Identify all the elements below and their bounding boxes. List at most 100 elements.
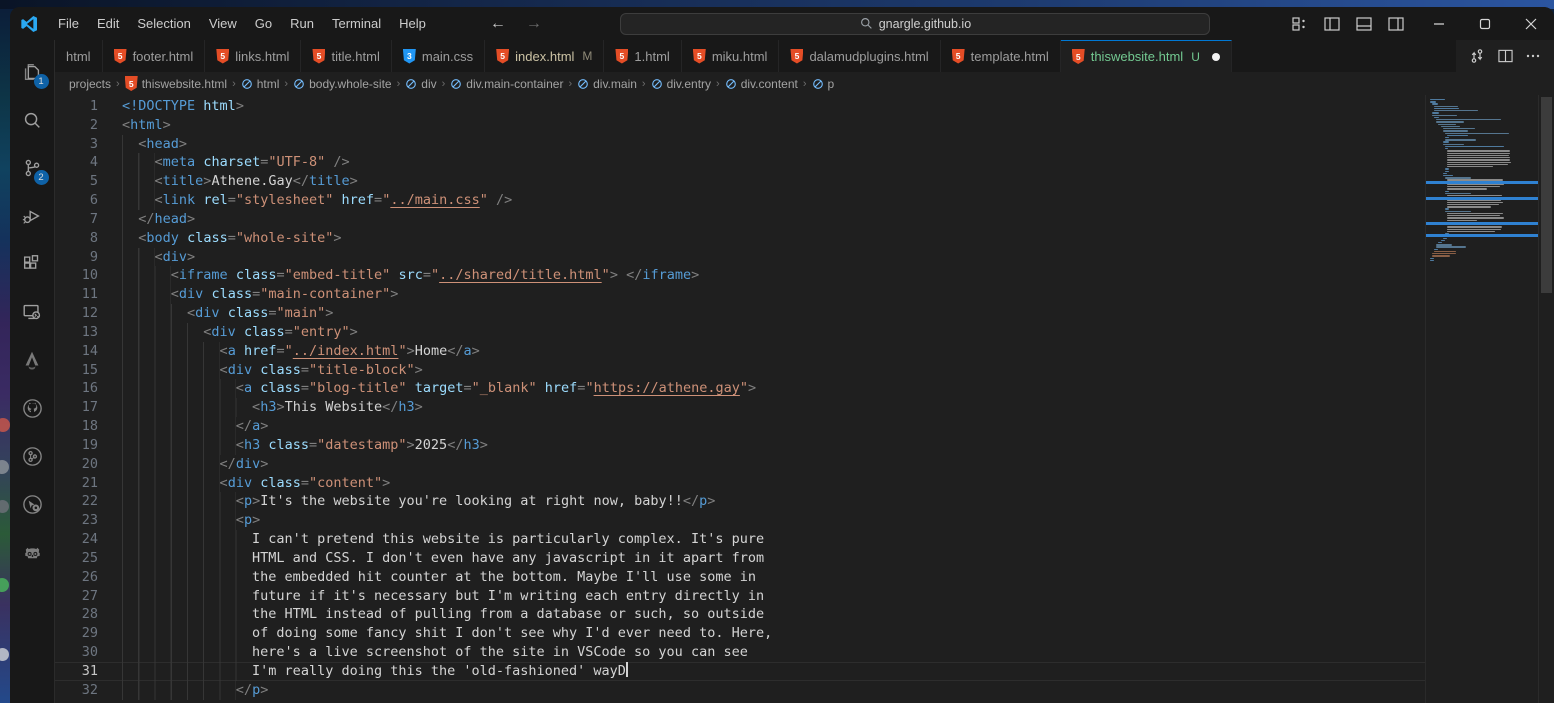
menu-file[interactable]: File	[49, 12, 88, 35]
remote-explorer-icon[interactable]	[10, 288, 55, 336]
code-line-25[interactable]: 25 HTML and CSS. I don't even have any j…	[55, 549, 1425, 568]
astro-extension-icon[interactable]	[10, 336, 55, 384]
menu-run[interactable]: Run	[281, 12, 323, 35]
toggle-panel-icon[interactable]	[1350, 12, 1378, 36]
minimap-line	[1445, 139, 1476, 140]
minimap-line	[1447, 231, 1495, 232]
split-editor-icon[interactable]	[1492, 44, 1518, 68]
github-icon[interactable]	[10, 384, 55, 432]
code-line-22[interactable]: 22 <p>It's the website you're looking at…	[55, 492, 1425, 511]
code-line-11[interactable]: 11 <div class="main-container">	[55, 285, 1425, 304]
tab-thiswebsite.html[interactable]: 5thiswebsite.htmlU	[1061, 40, 1232, 72]
line-number: 18	[55, 417, 98, 436]
code-line-1[interactable]: 1<!DOCTYPE html>	[55, 97, 1425, 116]
maximize-button[interactable]	[1462, 7, 1508, 40]
tab-main.css[interactable]: 3main.css	[392, 40, 485, 72]
unsaved-changes-dot[interactable]	[1212, 53, 1220, 61]
code-line-24[interactable]: 24 I can't pretend this website is parti…	[55, 530, 1425, 549]
customize-layout-icon[interactable]	[1286, 12, 1314, 36]
menu-selection[interactable]: Selection	[128, 12, 199, 35]
command-center-search[interactable]: gnargle.github.io	[620, 13, 1210, 35]
extensions-icon[interactable]	[10, 240, 55, 288]
breadcrumb-item-div[interactable]: div	[405, 77, 436, 91]
source-control-icon[interactable]: 2	[10, 144, 55, 192]
code-line-30[interactable]: 30 here's a live screenshot of the site …	[55, 643, 1425, 662]
gutter-space	[98, 417, 122, 436]
scrollbar-thumb[interactable]	[1541, 97, 1552, 293]
breadcrumb-item-div.entry[interactable]: div.entry	[651, 77, 711, 91]
more-actions-icon[interactable]	[1520, 44, 1546, 68]
breadcrumb-item-div.main-container[interactable]: div.main-container	[450, 77, 563, 91]
code-line-29[interactable]: 29 of doing some fancy shit I don't see …	[55, 624, 1425, 643]
explorer-icon[interactable]: 1	[10, 48, 55, 96]
code-line-20[interactable]: 20 </div>	[55, 455, 1425, 474]
breadcrumb-item-div.content[interactable]: div.content	[725, 77, 798, 91]
code-area[interactable]: 1<!DOCTYPE html>2<html>3 <head>4 <meta c…	[55, 95, 1425, 703]
gutter-space	[98, 681, 122, 700]
code-line-26[interactable]: 26 the embedded hit counter at the botto…	[55, 568, 1425, 587]
tab-1.html[interactable]: 51.html	[604, 40, 681, 72]
code-line-23[interactable]: 23 <p>	[55, 511, 1425, 530]
gutter-space	[98, 662, 122, 681]
code-line-19[interactable]: 19 <h3 class="datestamp">2025</h3>	[55, 436, 1425, 455]
menu-help[interactable]: Help	[390, 12, 435, 35]
tab-dalamudplugins.html[interactable]: 5dalamudplugins.html	[779, 40, 940, 72]
code-line-21[interactable]: 21 <div class="content">	[55, 474, 1425, 493]
minimap[interactable]	[1425, 95, 1538, 703]
breadcrumb-item-html[interactable]: html	[241, 77, 280, 91]
tab-title.html[interactable]: 5title.html	[301, 40, 391, 72]
search-view-icon[interactable]	[10, 96, 55, 144]
breadcrumb-item-body.whole-site[interactable]: body.whole-site	[293, 77, 392, 91]
code-line-32[interactable]: 32 </p>	[55, 681, 1425, 700]
code-line-27[interactable]: 27 future if it's necessary but I'm writ…	[55, 587, 1425, 606]
navigate-forward-icon[interactable]: →	[523, 15, 545, 33]
code-line-6[interactable]: 6 <link rel="stylesheet" href="../main.c…	[55, 191, 1425, 210]
code-line-10[interactable]: 10 <iframe class="embed-title" src="../s…	[55, 266, 1425, 285]
code-line-16[interactable]: 16 <a class="blog-title" target="_blank"…	[55, 379, 1425, 398]
code-line-3[interactable]: 3 <head>	[55, 135, 1425, 154]
code-line-31[interactable]: 31 I'm really doing this the 'old-fashio…	[55, 662, 1425, 681]
toggle-secondary-sidebar-icon[interactable]	[1382, 12, 1410, 36]
tab-links.html[interactable]: 5links.html	[205, 40, 301, 72]
minimap-line	[1432, 112, 1439, 113]
godot-tools-icon[interactable]	[10, 528, 55, 576]
vertical-scrollbar[interactable]	[1538, 95, 1554, 703]
code-line-14[interactable]: 14 <a href="../index.html">Home</a>	[55, 342, 1425, 361]
code-line-28[interactable]: 28 the HTML instead of pulling from a da…	[55, 605, 1425, 624]
tab-miku.html[interactable]: 5miku.html	[682, 40, 780, 72]
tab-index.html[interactable]: 5index.htmlM	[485, 40, 604, 72]
tab-html[interactable]: html	[55, 40, 103, 72]
minimize-button[interactable]	[1416, 7, 1462, 40]
menu-view[interactable]: View	[200, 12, 246, 35]
run-debug-icon[interactable]	[10, 192, 55, 240]
breadcrumb-item-thiswebsite.html[interactable]: 5thiswebsite.html	[125, 76, 227, 91]
code-line-4[interactable]: 4 <meta charset="UTF-8" />	[55, 153, 1425, 172]
close-button[interactable]	[1508, 7, 1554, 40]
gutter-space	[98, 285, 122, 304]
compare-changes-icon[interactable]	[1464, 44, 1490, 68]
code-line-8[interactable]: 8 <body class="whole-site">	[55, 229, 1425, 248]
tab-template.html[interactable]: 5template.html	[941, 40, 1061, 72]
minimap-line	[1447, 162, 1511, 163]
navigate-back-icon[interactable]: ←	[487, 15, 509, 33]
menu-go[interactable]: Go	[246, 12, 281, 35]
code-line-5[interactable]: 5 <title>Athene.Gay</title>	[55, 172, 1425, 191]
code-line-15[interactable]: 15 <div class="title-block">	[55, 361, 1425, 380]
code-line-17[interactable]: 17 <h3>This Website</h3>	[55, 398, 1425, 417]
code-line-12[interactable]: 12 <div class="main">	[55, 304, 1425, 323]
breadcrumb-item-p[interactable]: p	[812, 77, 835, 91]
menu-edit[interactable]: Edit	[88, 12, 128, 35]
code-line-9[interactable]: 9 <div>	[55, 248, 1425, 267]
code-line-18[interactable]: 18 </a>	[55, 417, 1425, 436]
breadcrumb-item-div.main[interactable]: div.main	[577, 77, 637, 91]
toggle-primary-sidebar-icon[interactable]	[1318, 12, 1346, 36]
menu-terminal[interactable]: Terminal	[323, 12, 390, 35]
code-line-2[interactable]: 2<html>	[55, 116, 1425, 135]
gitlens-extension-icon[interactable]	[10, 480, 55, 528]
code-line-7[interactable]: 7 </head>	[55, 210, 1425, 229]
tab-footer.html[interactable]: 5footer.html	[103, 40, 206, 72]
code-line-13[interactable]: 13 <div class="entry">	[55, 323, 1425, 342]
breadcrumb-item-projects[interactable]: projects	[69, 77, 111, 91]
git-graph-extension-icon[interactable]	[10, 432, 55, 480]
code-token: p	[252, 681, 260, 700]
